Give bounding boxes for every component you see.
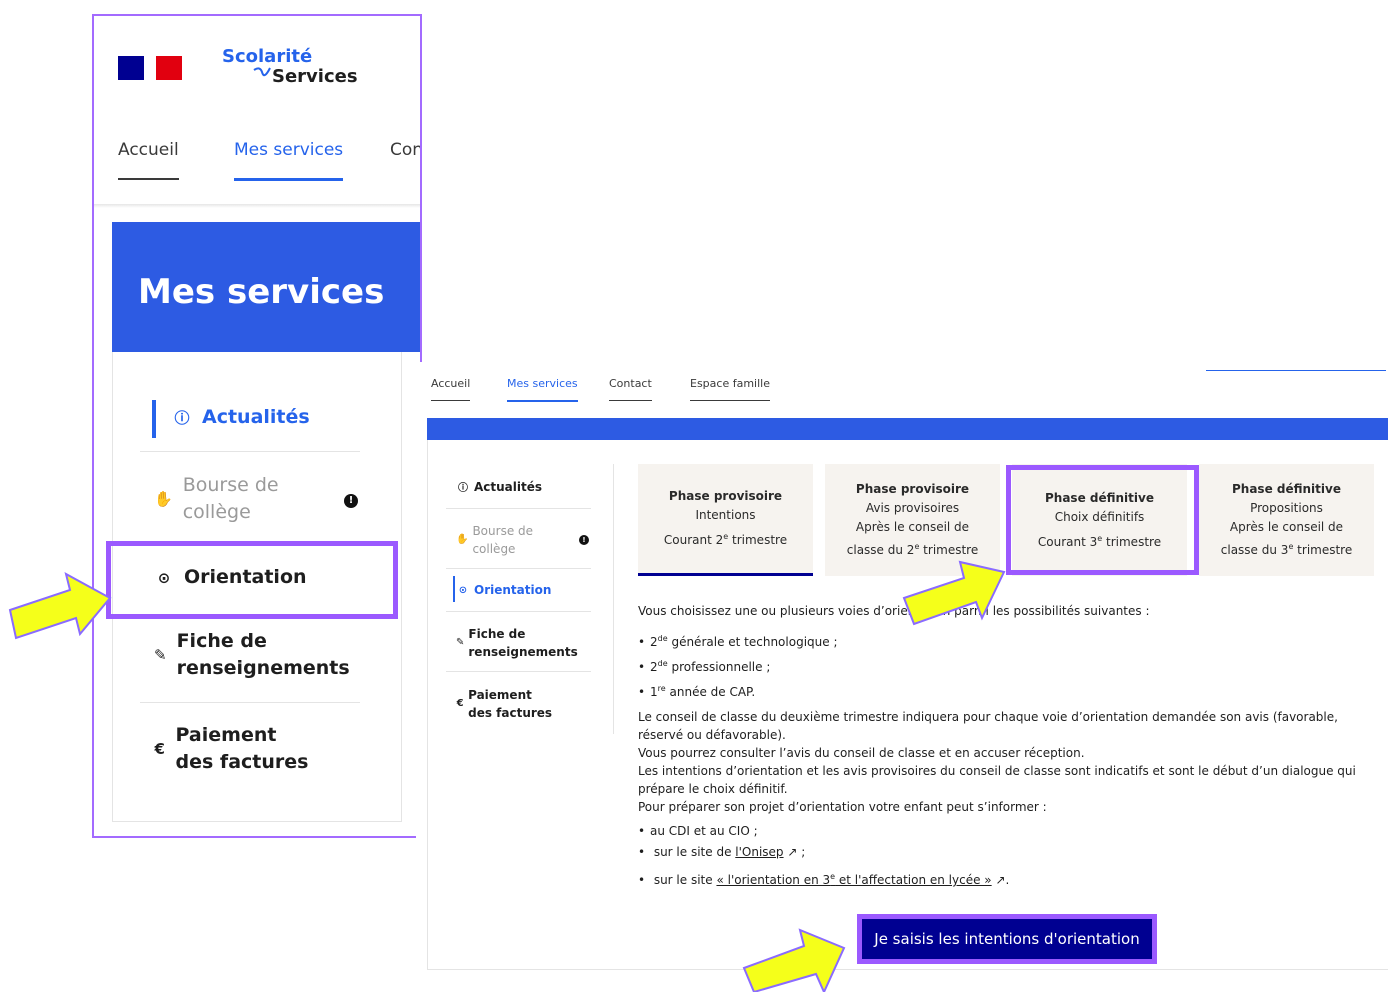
menu-item-bourse[interactable]: ✋ Bourse de collège (154, 472, 304, 526)
saisir-intentions-button[interactable]: Je saisis les intentions d'orientation (857, 914, 1157, 964)
hand-coin-icon: ✋ (154, 490, 173, 508)
menu-separator (446, 568, 591, 569)
nav-accueil[interactable]: Accueil (118, 140, 179, 180)
nav-contact[interactable]: Con (390, 140, 420, 178)
republique-flag-logo (118, 56, 182, 80)
paragraph-informer: Pour préparer son projet d’orientation v… (638, 800, 1047, 814)
option-item: 2de générale et technologique ; (638, 630, 1378, 651)
phase-period: classe du 3e trimestre (1220, 542, 1353, 557)
logo-line2: Services (272, 66, 358, 87)
onisep-link[interactable]: l'Onisep (735, 845, 783, 859)
yellow-arrow-icon (742, 928, 846, 992)
phase-definitive-highlight-box (1006, 465, 1199, 575)
phase-period: Courant 2e trimestre (663, 532, 788, 547)
nav-accueil[interactable]: Accueil (431, 377, 471, 401)
payment-icon: € (154, 740, 165, 758)
alert-badge: ! (579, 535, 589, 545)
compass-icon: ⊙ (458, 584, 468, 596)
menu-item-bourse[interactable]: ✋ Bourse de collège (456, 522, 546, 558)
affectation-link[interactable]: « l'orientation en 3e et l'affectation e… (716, 872, 991, 887)
page-title: Mes services (138, 272, 385, 312)
scolarite-services-logo[interactable]: Scolarité Services (222, 46, 382, 92)
logo-line1: Scolarité (222, 46, 313, 67)
external-link-icon: ↗ (783, 845, 798, 859)
nav-espace-famille[interactable]: Espace famille (690, 377, 770, 401)
edit-icon: ✎ (456, 637, 465, 648)
phase-tab-4[interactable]: Phase définitive Propositions Après le c… (1199, 464, 1374, 576)
active-indicator (453, 576, 455, 602)
yellow-arrow-icon (902, 560, 1006, 626)
sidebar-divider (613, 464, 614, 734)
external-link-icon: ↗ (991, 873, 1006, 887)
option-item: 1re année de CAP. (638, 680, 1378, 701)
info-site: sur le site « l'orientation en 3e et l'a… (638, 868, 1378, 889)
menu-item-fiche[interactable]: ✎ Fiche de renseignements (456, 625, 578, 661)
paragraph-avis: Le conseil de classe du deuxième trimest… (638, 710, 1338, 742)
nav-mes-services[interactable]: Mes services (234, 140, 344, 181)
menu-item-orientation[interactable]: ⊙ Orientation (456, 583, 552, 597)
logo-swoosh-icon (253, 67, 271, 77)
menu-item-fiche[interactable]: ✎ Fiche de renseignements (154, 628, 350, 682)
menu-item-actualites[interactable]: ⓘ Actualités (456, 479, 542, 495)
menu-separator (140, 451, 360, 452)
header-accent-line (1206, 370, 1386, 371)
header-shadow (94, 204, 420, 208)
nav-mes-services[interactable]: Mes services (507, 377, 578, 402)
orientation-highlight-box (106, 541, 398, 619)
menu-separator (446, 508, 591, 509)
zoomed-right-panel: Accueil Mes services Contact Espace fami… (416, 362, 1388, 992)
option-item: 2de professionnelle ; (638, 655, 1378, 676)
menu-item-paiement[interactable]: € Paiement des factures (456, 686, 556, 722)
services-banner: Mes services (112, 222, 420, 352)
paragraph-indicatifs: Les intentions d’orientation et les avis… (638, 764, 1356, 796)
phase-tab-1[interactable]: Phase provisoire Intentions Courant 2e t… (638, 464, 813, 576)
info-icon: ⓘ (174, 409, 190, 427)
paragraph-consulter: Vous pourrez consulter l’avis du conseil… (638, 746, 1085, 760)
info-onisep: sur le site de l'Onisep ↗ ; (638, 843, 1378, 861)
nav-contact[interactable]: Contact (609, 377, 652, 401)
active-indicator (152, 400, 156, 438)
info-cdi: au CDI et au CIO ; (638, 822, 1378, 840)
info-icon: ⓘ (458, 483, 468, 494)
menu-item-paiement[interactable]: € Paiement des factures (154, 722, 314, 776)
hand-coin-icon: ✋ (456, 534, 469, 545)
yellow-arrow-icon (8, 572, 112, 640)
menu-separator (140, 702, 360, 703)
services-banner (427, 418, 1388, 440)
alert-badge: ! (344, 494, 358, 508)
menu-separator (446, 671, 591, 672)
edit-icon: ✎ (154, 646, 167, 664)
payment-icon: € (456, 698, 464, 709)
menu-item-actualites[interactable]: ⓘ Actualités (172, 404, 392, 431)
intro-text: Vous choisissez une ou plusieurs voies d… (638, 604, 1150, 618)
menu-separator (446, 611, 591, 612)
